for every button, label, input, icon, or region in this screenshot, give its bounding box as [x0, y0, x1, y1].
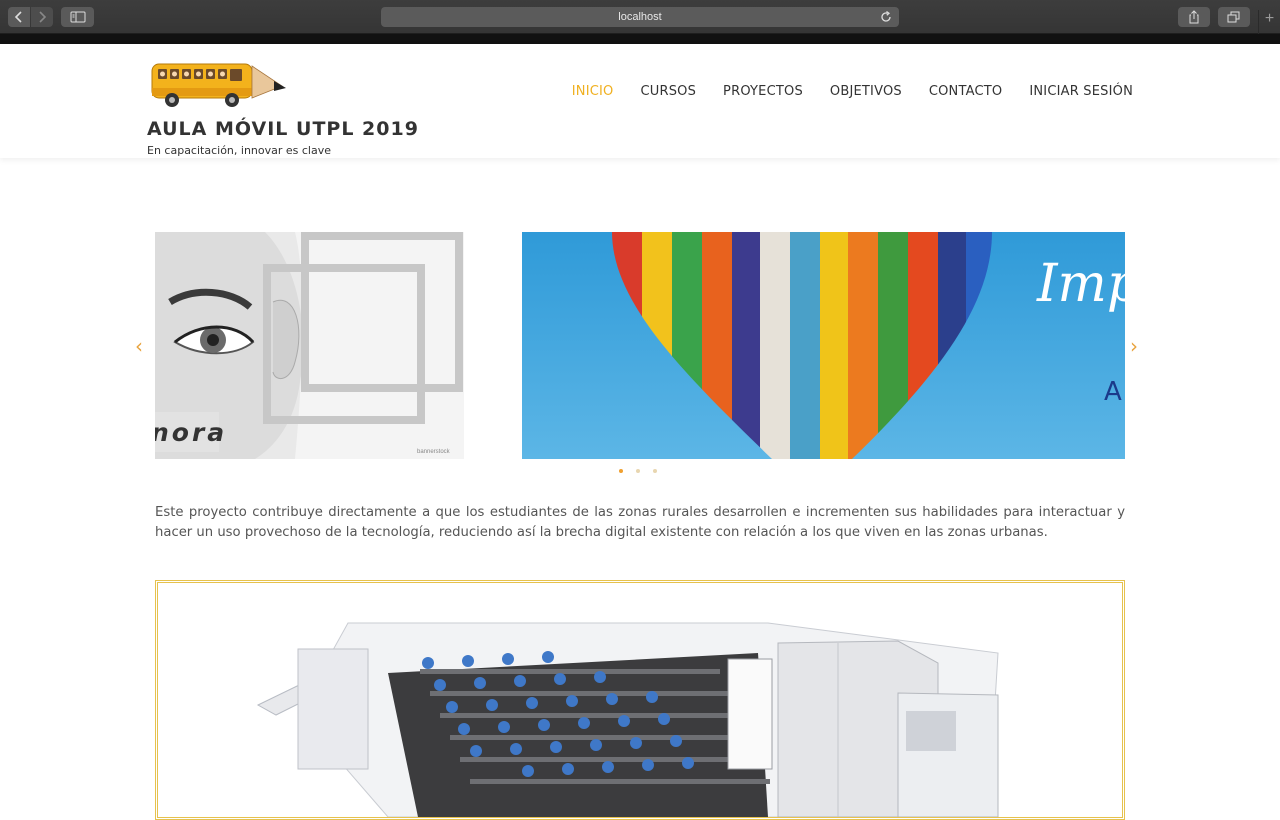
main-menu: INICIO CURSOS PROYECTOS OBJETIVOS CONTAC… [545, 84, 1133, 99]
school-bus-logo[interactable] [150, 58, 290, 114]
new-tab-icon[interactable]: + [1258, 10, 1280, 34]
slider-dot[interactable] [653, 469, 657, 473]
balloon-illustration [522, 232, 1125, 459]
left-slide-credit: bannerstock [417, 449, 450, 455]
menu-item-inicio[interactable]: INICIO [572, 84, 614, 99]
url-text: localhost [618, 11, 662, 23]
tab-strip [0, 34, 1280, 44]
sidebar-icon [70, 11, 85, 23]
history-buttons [8, 7, 53, 27]
slider-prev-button[interactable]: ‹ [135, 334, 143, 358]
mobile-classroom-image[interactable] [155, 580, 1125, 820]
forward-icon [39, 11, 47, 23]
slide-face-image[interactable]: nora bannerstock [155, 232, 464, 459]
menu-item-contacto[interactable]: CONTACTO [929, 84, 1002, 99]
mobile-classroom-illustration [158, 583, 1122, 817]
share-icon [1189, 10, 1199, 24]
tabs-icon [1227, 11, 1240, 23]
slider-next-button[interactable]: › [1130, 334, 1138, 358]
address-bar[interactable]: localhost [381, 7, 899, 27]
left-slide-text: nora [155, 418, 228, 447]
back-button[interactable] [8, 7, 30, 27]
menu-item-objetivos[interactable]: OBJETIVOS [830, 84, 902, 99]
menu-item-iniciar-sesion[interactable]: INICIAR SESIÓN [1029, 84, 1133, 99]
site-header: AULA MÓVIL UTPL 2019 En capacitación, in… [0, 44, 1280, 158]
image-slider: nora bannerstock Im A [155, 232, 1125, 459]
site-title[interactable]: AULA MÓVIL UTPL 2019 [147, 118, 419, 140]
right-slide-subtext: A [1104, 377, 1122, 407]
forward-button[interactable] [31, 7, 53, 27]
share-button[interactable] [1178, 7, 1210, 27]
slider-pagination [619, 469, 657, 473]
slide-balloon-image[interactable]: Imp A [522, 232, 1125, 459]
menu-item-cursos[interactable]: CURSOS [640, 84, 696, 99]
sidebar-button[interactable] [61, 7, 94, 27]
slider-dot[interactable] [636, 469, 640, 473]
slider-dot[interactable] [619, 469, 623, 473]
menu-item-proyectos[interactable]: PROYECTOS [723, 84, 803, 99]
right-slide-text: Imp [1037, 254, 1125, 314]
back-icon [14, 11, 22, 23]
intro-paragraph: Este proyecto contribuye directamente a … [155, 505, 1125, 540]
site-tagline: En capacitación, innovar es clave [147, 144, 332, 157]
reload-icon[interactable] [879, 10, 893, 24]
tabs-button[interactable] [1218, 7, 1250, 27]
browser-toolbar: localhost + [0, 0, 1280, 34]
